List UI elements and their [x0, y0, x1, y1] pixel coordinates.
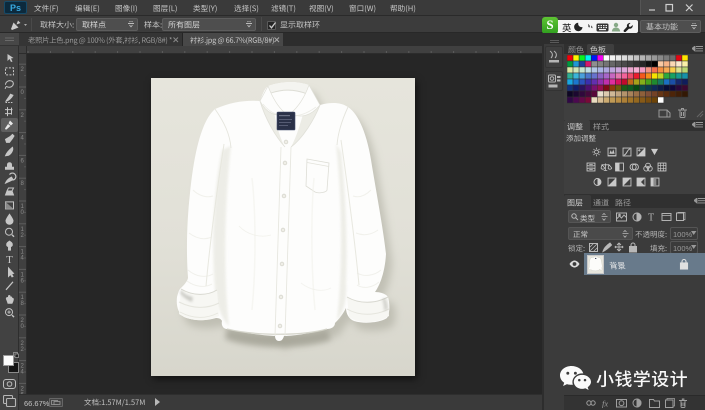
svg-text:2: 2	[21, 67, 25, 73]
svg-text:4: 4	[21, 256, 25, 262]
svg-text:6: 6	[21, 278, 25, 284]
svg-text:8: 8	[21, 301, 25, 307]
svg-text:T: T	[648, 213, 654, 223]
svg-text:4: 4	[21, 136, 25, 142]
svg-text:2: 2	[21, 113, 25, 119]
svg-text:fx: fx	[602, 399, 608, 409]
svg-text:2: 2	[21, 233, 25, 239]
svg-text:2: 2	[21, 347, 25, 353]
svg-text:0: 0	[21, 210, 25, 216]
svg-text:8: 8	[21, 181, 25, 187]
svg-text:T: T	[6, 254, 13, 266]
svg-text:4: 4	[21, 370, 25, 376]
svg-text:0: 0	[21, 90, 25, 96]
svg-text:6: 6	[21, 158, 25, 164]
svg-text:0: 0	[21, 324, 25, 330]
